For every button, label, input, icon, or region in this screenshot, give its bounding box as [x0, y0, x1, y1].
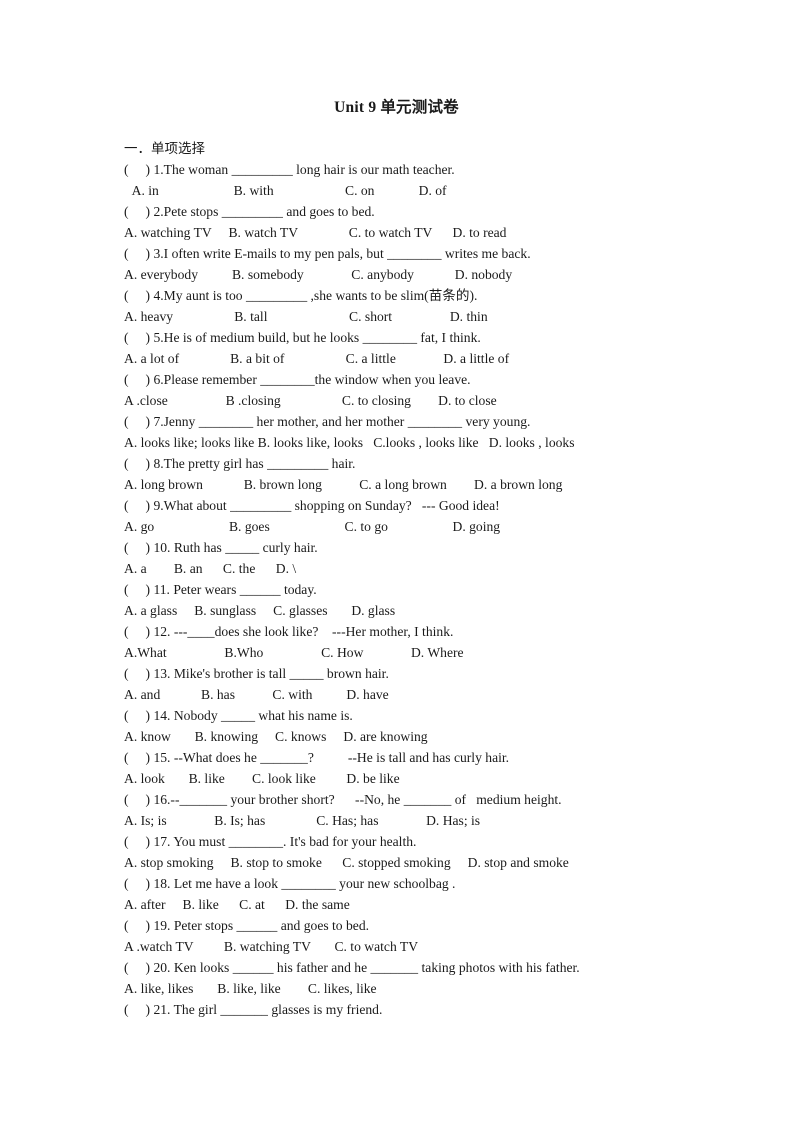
question-prompt: ( ) 11. Peter wears ______ today. [124, 582, 317, 597]
question-prompt: ( ) 19. Peter stops ______ and goes to b… [124, 918, 370, 933]
question-prompt: ( ) 18. Let me have a look ________ your… [124, 876, 456, 891]
question-prompt: ( ) 20. Ken looks ______ his father and … [124, 960, 580, 975]
question-prompt: ( ) 12. ---____does she look like? ---He… [124, 624, 454, 639]
question-prompt: ( ) 16.--_______ your brother short? --N… [124, 792, 562, 807]
question-options: A. Is; is B. Is; has C. Has; has D. Has;… [124, 813, 481, 828]
document-page: Unit 9 单元测试卷 一．单项选择 ( ) 1.The woman ____… [0, 0, 793, 1122]
question-options: A. look B. like C. look like D. be like [124, 771, 400, 786]
question-prompt: ( ) 8.The pretty girl has _________ hair… [124, 456, 356, 471]
question-options: A .watch TV B. watching TV C. to watch T… [124, 939, 419, 954]
question-options: A. looks like; looks like B. looks like,… [124, 435, 575, 450]
page-title: Unit 9 单元测试卷 [334, 99, 459, 116]
question-prompt: ( ) 2.Pete stops _________ and goes to b… [124, 204, 375, 219]
question-options: A. after B. like C. at D. the same [124, 897, 350, 912]
question-options: A. go B. goes C. to go D. going [124, 519, 501, 534]
question-prompt: ( ) 14. Nobody _____ what his name is. [124, 708, 353, 723]
question-options: A. heavy B. tall C. short D. thin [124, 309, 488, 324]
question-prompt: ( ) 21. The girl _______ glasses is my f… [124, 1002, 383, 1017]
question-options: A. know B. knowing C. knows D. are knowi… [124, 729, 428, 744]
question-prompt: ( ) 13. Mike's brother is tall _____ bro… [124, 666, 389, 681]
question-options: A. long brown B. brown long C. a long br… [124, 477, 563, 492]
question-options: A. like, likes B. like, like C. likes, l… [124, 981, 377, 996]
question-options: A. a B. an C. the D. \ [124, 561, 297, 576]
question-options: A .close B .closing C. to closing D. to … [124, 393, 497, 408]
question-options: A.What B.Who C. How D. Where [124, 645, 464, 660]
question-options: A. stop smoking B. stop to smoke C. stop… [124, 855, 569, 870]
question-options: A. and B. has C. with D. have [124, 687, 389, 702]
question-prompt: ( ) 4.My aunt is too _________ ,she want… [124, 288, 478, 303]
question-options: A. a lot of B. a bit of C. a little D. a… [124, 351, 510, 366]
question-prompt: ( ) 5.He is of medium build, but he look… [124, 330, 481, 345]
question-prompt: ( ) 7.Jenny ________ her mother, and her… [124, 414, 531, 429]
question-prompt: ( ) 15. --What does he _______? --He is … [124, 750, 510, 765]
question-options: A. in B. with C. on D. of [129, 183, 447, 198]
question-prompt: ( ) 10. Ruth has _____ curly hair. [124, 540, 318, 555]
section-heading-multiple-choice: 一．单项选择 [124, 141, 205, 156]
question-list: ( ) 1.The woman _________ long hair is o… [124, 159, 724, 1020]
question-options: A. a glass B. sunglass C. glasses D. gla… [124, 603, 396, 618]
document-body: 一．单项选择 ( ) 1.The woman _________ long ha… [124, 138, 724, 1020]
question-prompt: ( ) 6.Please remember ________the window… [124, 372, 471, 387]
question-prompt: ( ) 9.What about _________ shopping on S… [124, 498, 500, 513]
question-options: A. watching TV B. watch TV C. to watch T… [124, 225, 507, 240]
question-options: A. everybody B. somebody C. anybody D. n… [124, 267, 513, 282]
question-prompt: ( ) 1.The woman _________ long hair is o… [124, 162, 455, 177]
question-prompt: ( ) 3.I often write E-mails to my pen pa… [124, 246, 531, 261]
question-prompt: ( ) 17. You must ________. It's bad for … [124, 834, 417, 849]
